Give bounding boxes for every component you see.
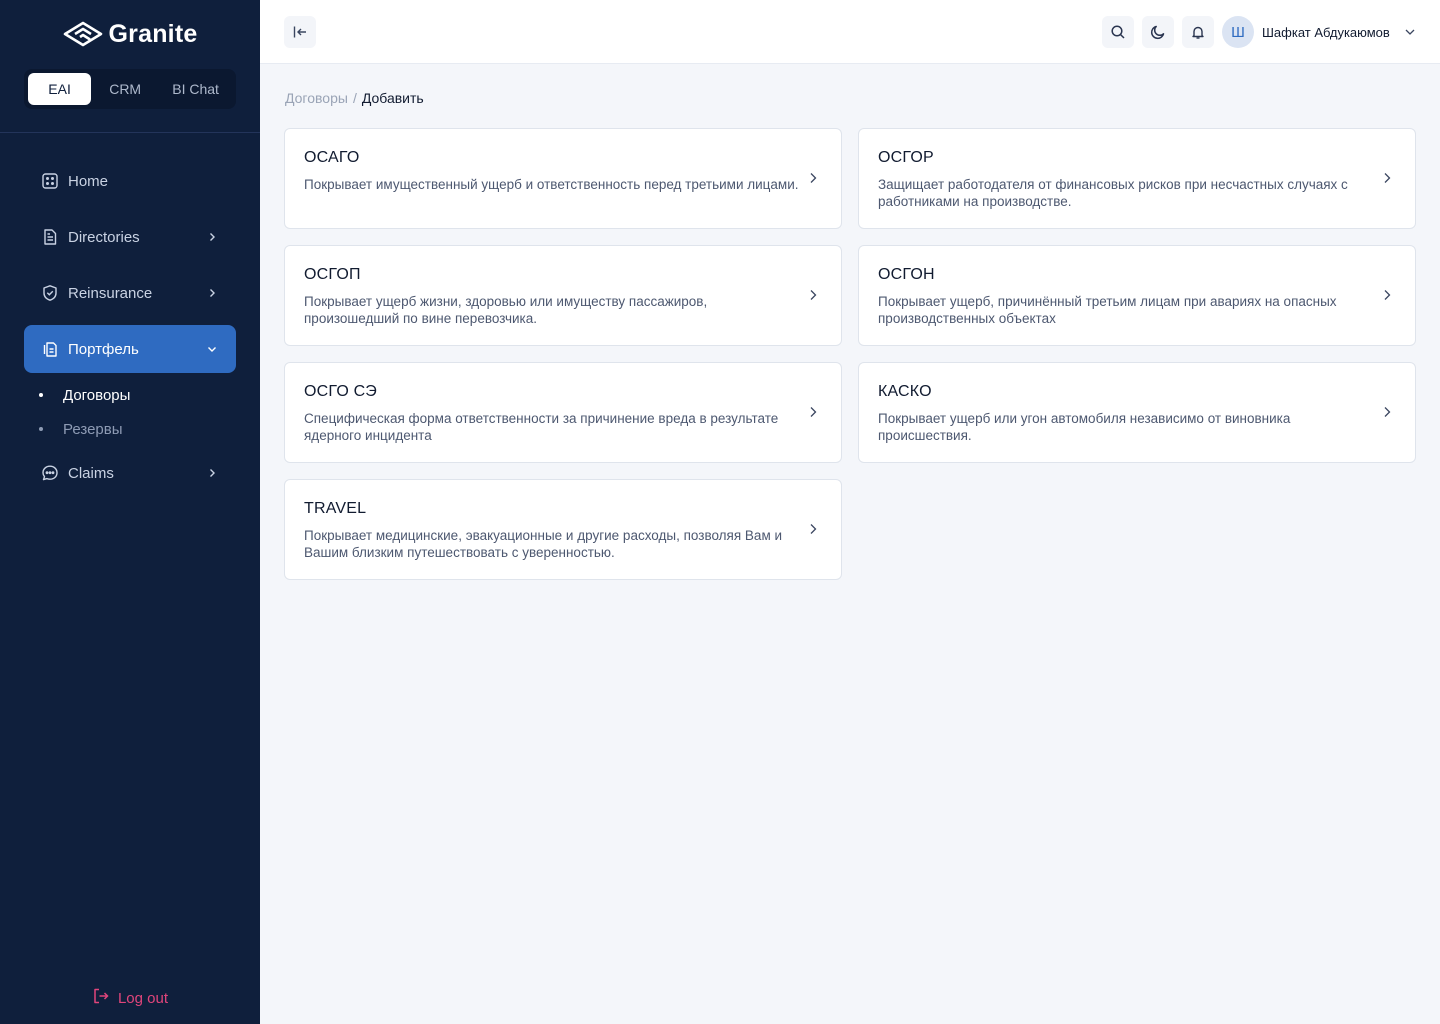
card-title: ОСГО СЭ xyxy=(304,383,377,400)
card-title: ОСАГО xyxy=(304,149,360,166)
sidebar-item-home[interactable]: Home xyxy=(24,157,236,205)
card-description: Покрывает имущественный ущерб и ответств… xyxy=(304,177,799,192)
sidebar-divider xyxy=(0,132,260,133)
sidebar-item-label: Directories xyxy=(68,228,140,246)
sidebar-item-label: Reinsurance xyxy=(68,284,153,302)
chevron-down-icon xyxy=(204,341,220,357)
avatar: Ш xyxy=(1222,16,1254,48)
chevron-right-icon xyxy=(805,170,821,186)
sidebar-subitem-label: Резервы xyxy=(63,420,123,438)
product-card-osgop[interactable]: ОСГОП Покрывает ущерб жизни, здоровью ил… xyxy=(284,245,842,346)
card-title: TRAVEL xyxy=(304,500,367,517)
chevron-right-icon xyxy=(204,229,220,245)
theme-toggle-button[interactable] xyxy=(1142,16,1174,48)
sidebar-subitem-contracts[interactable]: Договоры xyxy=(39,383,130,407)
product-card-osago[interactable]: ОСАГО Покрывает имущественный ущерб и от… xyxy=(284,128,842,229)
collapse-sidebar-button[interactable] xyxy=(284,16,316,48)
app-tab-eai[interactable]: EAI xyxy=(28,73,92,105)
bullet-icon xyxy=(39,393,43,397)
notifications-button[interactable] xyxy=(1182,16,1214,48)
search-icon xyxy=(1111,25,1125,39)
product-card-osgon[interactable]: ОСГОН Покрывает ущерб, причинённый треть… xyxy=(858,245,1416,346)
sidebar-item-label: Home xyxy=(68,172,109,190)
documents-icon xyxy=(40,339,60,359)
product-card-kasko[interactable]: КАСКО Покрывает ущерб или угон автомобил… xyxy=(858,362,1416,463)
sidebar-item-reinsurance[interactable]: Reinsurance xyxy=(24,269,236,317)
logout-label: Log out xyxy=(117,989,169,1007)
app-switcher: EAI CRM BI Chat xyxy=(24,69,236,109)
card-title: ОСГОП xyxy=(304,266,361,283)
chevron-down-icon xyxy=(1405,29,1415,35)
shield-check-icon xyxy=(40,283,60,303)
sidebar-item-portfolio[interactable]: Портфель xyxy=(24,325,236,373)
card-title: КАСКО xyxy=(878,383,932,400)
product-card-osgor[interactable]: ОСГОР Защищает работодателя от финансовы… xyxy=(858,128,1416,229)
sidebar-item-label: Портфель xyxy=(68,340,139,358)
chevron-right-icon xyxy=(204,465,220,481)
breadcrumb-current: Добавить xyxy=(361,90,424,106)
breadcrumb-separator: / xyxy=(352,90,357,106)
product-card-osgo-se[interactable]: ОСГО СЭ Специфическая форма ответственно… xyxy=(284,362,842,463)
document-icon xyxy=(40,227,60,247)
top-header: Ш Шафкат Абдукаюмов xyxy=(260,0,1440,64)
moon-icon xyxy=(1150,25,1165,40)
chevron-right-icon xyxy=(1379,170,1395,186)
breadcrumb: Договоры / Добавить xyxy=(285,89,424,107)
chat-bubble-icon xyxy=(40,463,60,483)
user-name: Шафкат Абдукаюмов xyxy=(1262,24,1390,40)
chevron-right-icon xyxy=(1379,404,1395,420)
card-description: Специфическая форма ответственности за п… xyxy=(304,411,779,443)
card-title: ОСГОР xyxy=(878,149,934,166)
breadcrumb-link-contracts[interactable]: Договоры xyxy=(285,90,348,106)
sidebar-item-directories[interactable]: Directories xyxy=(24,213,236,261)
logout-icon xyxy=(92,987,110,1009)
sidebar-subitem-label: Договоры xyxy=(63,386,131,404)
sidebar-item-claims[interactable]: Claims xyxy=(24,449,236,497)
user-menu[interactable]: Ш Шафкат Абдукаюмов xyxy=(1222,16,1416,48)
card-description: Покрывает ущерб жизни, здоровью или имущ… xyxy=(304,294,708,326)
card-description: Покрывает ущерб, причинённый третьим лиц… xyxy=(878,294,1337,326)
chevron-right-icon xyxy=(1379,287,1395,303)
chevron-right-icon xyxy=(805,287,821,303)
collapse-left-icon xyxy=(293,26,306,38)
bell-icon xyxy=(1192,26,1204,39)
dashboard-icon xyxy=(40,171,60,191)
chevron-right-icon xyxy=(805,521,821,537)
card-description: Покрывает медицинские, эвакуационные и д… xyxy=(304,528,783,560)
chevron-right-icon xyxy=(204,285,220,301)
app-tab-bi-chat[interactable]: BI Chat xyxy=(159,73,232,105)
logout-button[interactable]: Log out xyxy=(0,986,260,1010)
chevron-right-icon xyxy=(805,404,821,420)
card-description: Покрывает ущерб или угон автомобиля неза… xyxy=(878,411,1291,443)
bullet-icon xyxy=(39,427,43,431)
sidebar-subitem-reserves[interactable]: Резервы xyxy=(39,417,123,441)
search-button[interactable] xyxy=(1102,16,1134,48)
app-tab-crm[interactable]: CRM xyxy=(93,73,157,105)
card-title: ОСГОН xyxy=(878,266,935,283)
card-description: Защищает работодателя от финансовых риск… xyxy=(878,177,1348,209)
brand-logo[interactable]: Granite xyxy=(0,18,260,50)
sidebar: Granite EAI CRM BI Chat Home Directories… xyxy=(0,0,260,1024)
product-card-travel[interactable]: TRAVEL Покрывает медицинские, эвакуацион… xyxy=(284,479,842,580)
brand-name: Granite xyxy=(108,19,198,48)
granite-logo-icon xyxy=(63,21,102,47)
sidebar-item-label: Claims xyxy=(68,464,114,482)
